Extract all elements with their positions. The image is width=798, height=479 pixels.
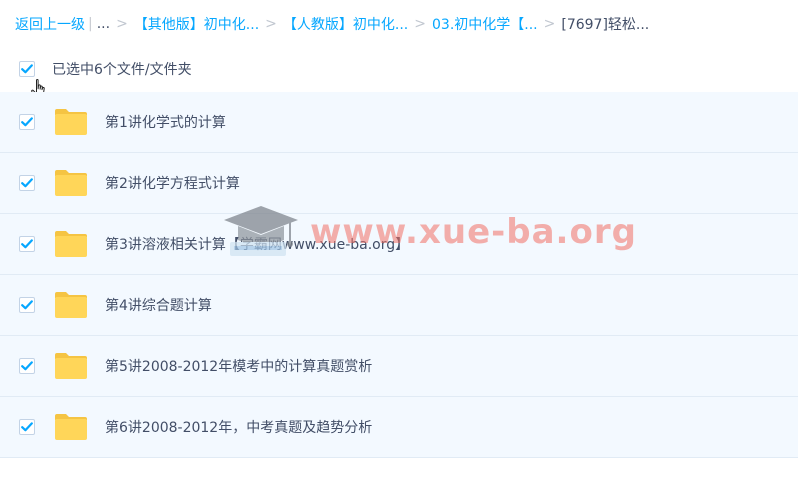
file-name[interactable]: 第2讲化学方程式计算 [105,173,240,193]
file-name[interactable]: 第3讲溶液相关计算【学霸网www.xue-ba.org】 [105,234,409,254]
checkmark-icon [21,178,33,188]
selection-count-label: 已选中6个文件/文件夹 [52,62,192,78]
folder-icon [55,170,87,196]
file-row[interactable]: 第3讲溶液相关计算【学霸网www.xue-ba.org】 [0,214,798,275]
folder-icon [55,231,87,257]
file-checkbox[interactable] [19,236,35,252]
checkmark-icon [21,300,33,310]
file-checkbox[interactable] [19,297,35,313]
file-row[interactable]: 第1讲化学式的计算 [0,92,798,153]
file-row[interactable]: 第5讲2008-2012年模考中的计算真题赏析 [0,336,798,397]
breadcrumb-item-chemistry[interactable]: 03.初中化学【... [432,14,538,34]
checkmark-icon [21,361,33,371]
file-row[interactable]: 第2讲化学方程式计算 [0,153,798,214]
breadcrumb-item-pep-edition[interactable]: 【人教版】初中化... [283,14,408,34]
breadcrumb-divider: | [88,16,93,32]
breadcrumb-separator: > [116,16,128,32]
file-checkbox[interactable] [19,358,35,374]
breadcrumb-separator: > [265,16,277,32]
breadcrumb: 返回上一级 | ... > 【其他版】初中化... > 【人教版】初中化... … [15,12,649,36]
file-browser: 返回上一级 | ... > 【其他版】初中化... > 【人教版】初中化... … [0,0,798,479]
file-name[interactable]: 第1讲化学式的计算 [105,112,226,132]
folder-icon [55,292,87,318]
checkmark-icon [21,64,33,74]
breadcrumb-current: [7697]轻松... [561,17,650,33]
breadcrumb-ellipsis[interactable]: ... [97,16,110,32]
file-checkbox[interactable] [19,114,35,130]
file-row[interactable]: 第4讲综合题计算 [0,275,798,336]
breadcrumb-separator: > [543,16,556,32]
file-name[interactable]: 第6讲2008-2012年，中考真题及趋势分析 [105,417,372,437]
selection-bar: 已选中6个文件/文件夹 [0,54,798,84]
checkmark-icon [21,117,33,127]
back-link[interactable]: 返回上一级 [15,14,85,34]
folder-icon [55,353,87,379]
file-checkbox[interactable] [19,175,35,191]
file-checkbox[interactable] [19,419,35,435]
select-all-checkbox[interactable] [19,61,35,77]
file-row[interactable]: 第6讲2008-2012年，中考真题及趋势分析 [0,397,798,458]
breadcrumb-separator: > [414,16,426,32]
breadcrumb-item-other-edition[interactable]: 【其他版】初中化... [134,14,259,34]
file-list: 第1讲化学式的计算 第2讲化学方程式计算 第3讲溶液相关计算【学霸网www.xu… [0,92,798,458]
folder-icon [55,109,87,135]
file-name[interactable]: 第5讲2008-2012年模考中的计算真题赏析 [105,356,372,376]
checkmark-icon [21,239,33,249]
folder-icon [55,414,87,440]
checkmark-icon [21,422,33,432]
file-name[interactable]: 第4讲综合题计算 [105,295,212,315]
